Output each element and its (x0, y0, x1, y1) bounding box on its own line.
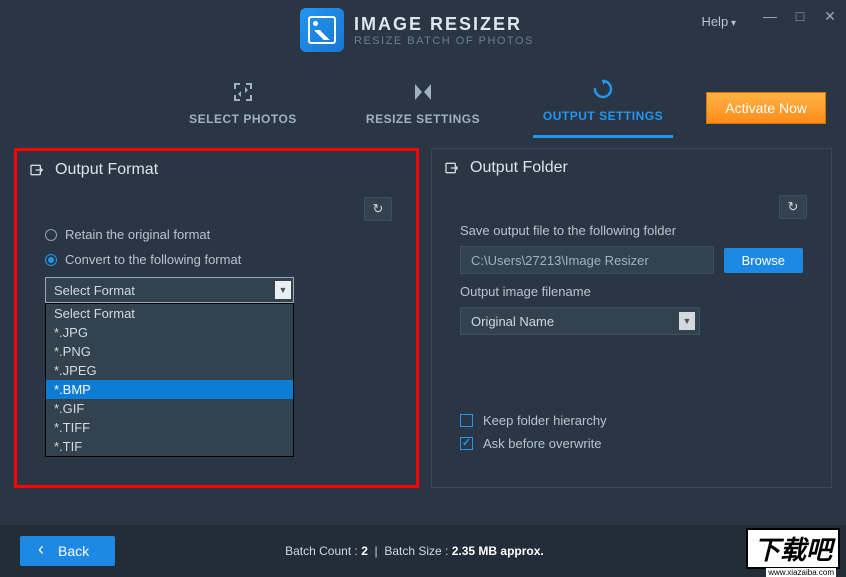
format-option[interactable]: *.JPG (46, 323, 293, 342)
output-folder-panel: Output Folder ↻ Save output file to the … (431, 148, 832, 488)
app-title: IMAGE RESIZER (354, 14, 534, 35)
keep-hierarchy-checkbox[interactable]: Keep folder hierarchy (460, 413, 803, 428)
format-option[interactable]: *.TIFF (46, 418, 293, 437)
filename-select[interactable]: Original Name ▼ (460, 307, 700, 335)
format-option[interactable]: *.GIF (46, 399, 293, 418)
format-option[interactable]: *.TIF (46, 437, 293, 456)
format-select[interactable]: Select Format ▼ Select Format *.JPG *.PN… (45, 277, 294, 303)
format-option[interactable]: *.BMP (46, 380, 293, 399)
checkbox-icon (460, 437, 473, 450)
panel-title: Output Format (55, 161, 158, 179)
titlebar: IMAGE RESIZER RESIZE BATCH OF PHOTOS Hel… (0, 0, 846, 60)
tab-label: SELECT PHOTOS (189, 112, 297, 126)
output-icon (533, 77, 673, 103)
panel-header: Output Format (17, 151, 416, 197)
app-logo (300, 8, 344, 52)
batch-info: Batch Count : 2 | Batch Size : 2.35 MB a… (285, 544, 544, 558)
maximize-button[interactable]: □ (792, 8, 808, 24)
output-format-panel: Output Format ↻ Retain the original form… (14, 148, 419, 488)
filename-label: Output image filename (460, 284, 803, 299)
radio-retain-format[interactable]: Retain the original format (45, 227, 388, 242)
main-tabs: SELECT PHOTOS RESIZE SETTINGS OUTPUT SET… (0, 60, 846, 138)
help-menu[interactable]: Help (701, 14, 736, 29)
select-value: Select Format (54, 283, 135, 298)
browse-button[interactable]: Browse (724, 248, 803, 273)
export-icon (29, 162, 45, 178)
window-controls: — □ ✕ (762, 8, 838, 24)
checkbox-label: Keep folder hierarchy (483, 413, 607, 428)
radio-icon (45, 229, 57, 241)
ask-overwrite-checkbox[interactable]: Ask before overwrite (460, 436, 803, 451)
tab-output-settings[interactable]: OUTPUT SETTINGS (533, 77, 673, 138)
activate-button[interactable]: Activate Now (706, 92, 826, 124)
tab-label: OUTPUT SETTINGS (543, 109, 663, 123)
tab-resize-settings[interactable]: RESIZE SETTINGS (353, 80, 493, 138)
format-dropdown: Select Format *.JPG *.PNG *.JPEG *.BMP *… (45, 303, 294, 457)
radio-label: Retain the original format (65, 227, 210, 242)
radio-label: Convert to the following format (65, 252, 241, 267)
format-option[interactable]: Select Format (46, 304, 293, 323)
panel-header: Output Folder (432, 149, 831, 195)
back-button[interactable]: Back (20, 536, 115, 566)
resize-icon (353, 80, 493, 106)
export-icon (444, 160, 460, 176)
chevron-down-icon: ▼ (679, 312, 695, 330)
watermark: 下载吧 (746, 528, 840, 569)
tab-select-photos[interactable]: SELECT PHOTOS (173, 80, 313, 138)
expand-icon (173, 80, 313, 106)
app-subtitle: RESIZE BATCH OF PHOTOS (354, 35, 534, 47)
checkbox-label: Ask before overwrite (483, 436, 602, 451)
format-option[interactable]: *.JPEG (46, 361, 293, 380)
watermark-url: www.xiazaiba.com (766, 568, 836, 577)
footer: Back Batch Count : 2 | Batch Size : 2.35… (0, 525, 846, 577)
radio-icon (45, 254, 57, 266)
panels-row: Output Format ↻ Retain the original form… (0, 138, 846, 488)
chevron-down-icon: ▼ (275, 281, 291, 299)
select-value: Original Name (471, 314, 554, 329)
tab-label: RESIZE SETTINGS (366, 112, 480, 126)
output-path-input[interactable] (460, 246, 714, 274)
close-button[interactable]: ✕ (822, 8, 838, 24)
save-folder-label: Save output file to the following folder (460, 223, 803, 238)
minimize-button[interactable]: — (762, 8, 778, 24)
radio-convert-format[interactable]: Convert to the following format (45, 252, 388, 267)
panel-title: Output Folder (470, 159, 568, 177)
checkbox-icon (460, 414, 473, 427)
app-title-block: IMAGE RESIZER RESIZE BATCH OF PHOTOS (354, 14, 534, 47)
format-option[interactable]: *.PNG (46, 342, 293, 361)
